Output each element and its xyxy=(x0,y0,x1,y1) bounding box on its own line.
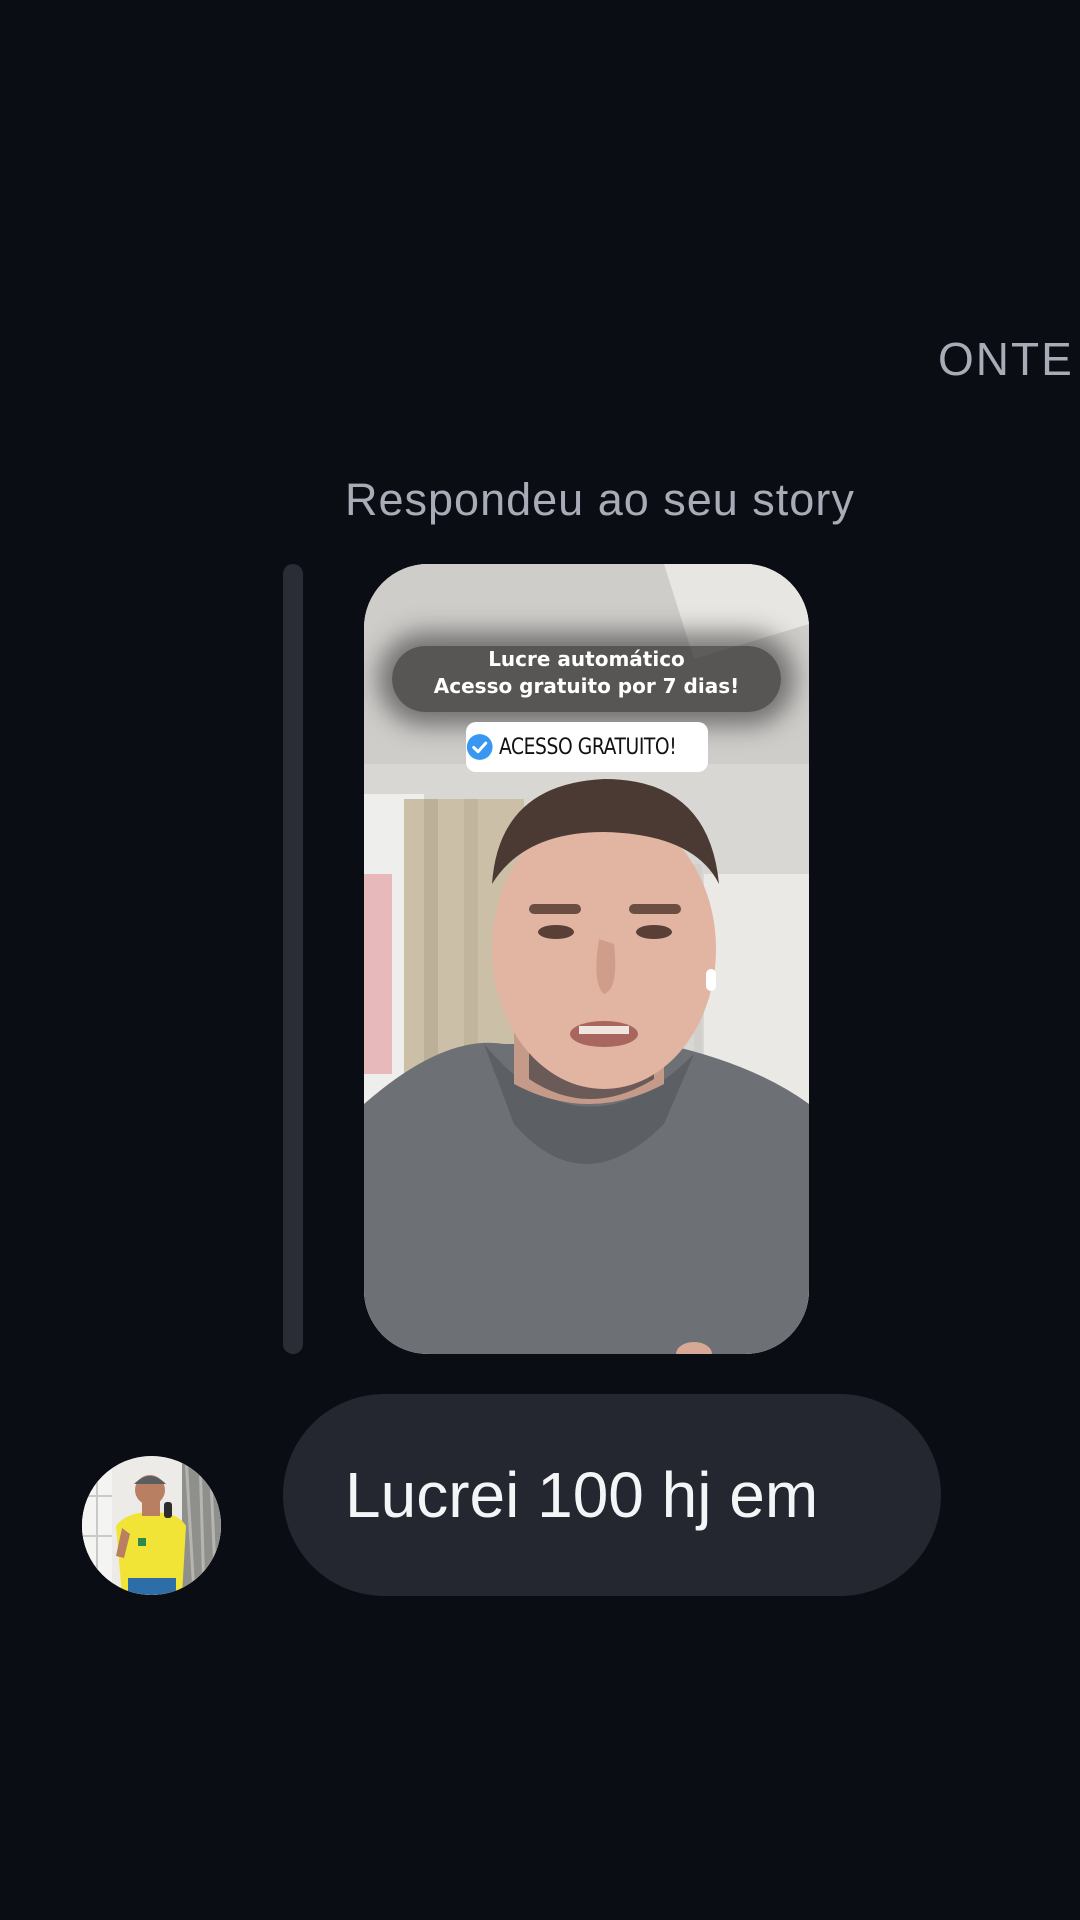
story-caption-line-2: Acesso gratuito por 7 dias! xyxy=(433,674,740,698)
reply-indicator-bar xyxy=(283,564,303,1354)
avatar[interactable] xyxy=(82,1456,221,1595)
verified-check-icon xyxy=(466,734,493,760)
story-caption: Lucre automático Acesso gratuito por 7 d… xyxy=(392,646,781,712)
story-caption-line-1: Lucre automático xyxy=(488,647,685,671)
avatar-image xyxy=(82,1456,221,1595)
story-preview[interactable]: Lucre automático Acesso gratuito por 7 d… xyxy=(364,564,809,1354)
story-badge-text: ACESSO GRATUITO! xyxy=(499,734,677,760)
date-separator: ONTE xyxy=(938,333,1074,385)
story-reply-caption: Respondeu ao seu story xyxy=(345,474,855,525)
message-bubble[interactable]: Lucrei 100 hj em xyxy=(283,1394,941,1596)
dm-thread-screen: ONTE Respondeu ao seu story Lucre automá… xyxy=(0,0,1080,1920)
message-text: Lucrei 100 hj em xyxy=(345,1459,819,1531)
story-badge: ACESSO GRATUITO! xyxy=(466,722,708,772)
